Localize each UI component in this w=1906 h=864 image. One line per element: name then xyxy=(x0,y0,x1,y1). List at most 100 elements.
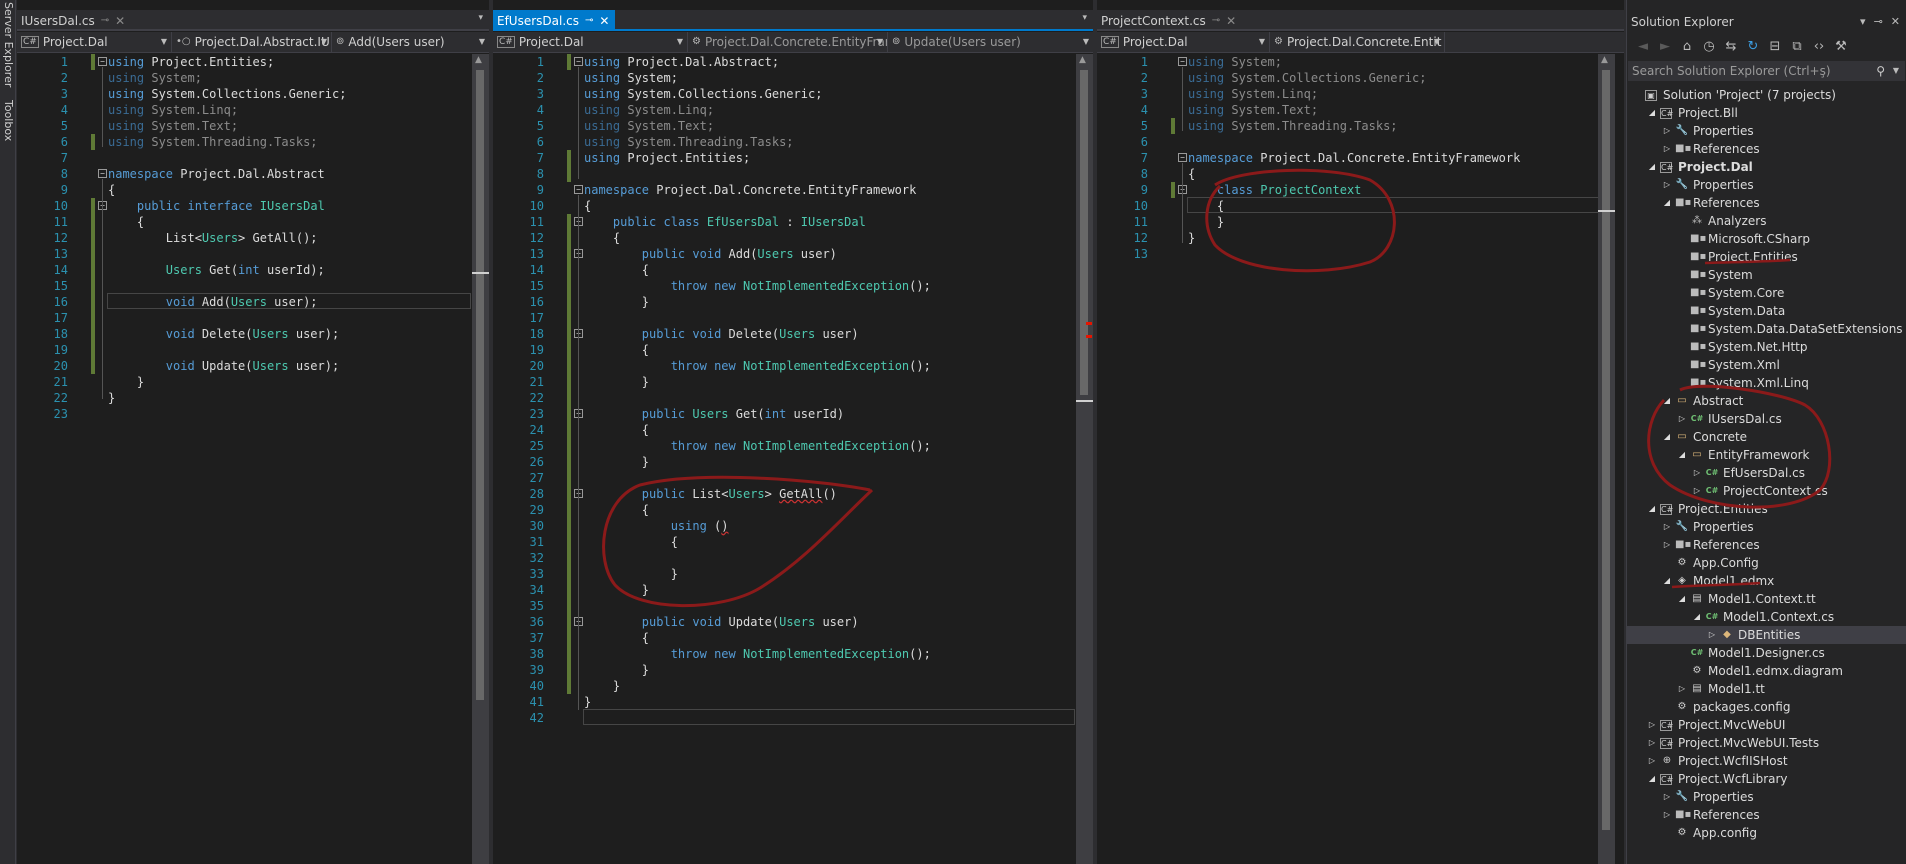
scroll-up-icon[interactable]: ▲ xyxy=(1601,55,1608,65)
fold-toggle-icon[interactable]: − xyxy=(1178,57,1187,66)
tree-item[interactable]: C# Model1.Designer.cs xyxy=(1627,644,1906,662)
close-icon[interactable]: ✕ xyxy=(599,11,609,31)
expanded-arrow-icon[interactable]: ◢ xyxy=(1646,770,1658,788)
member-combo[interactable]: ⊚ Update(Users user) ▼ xyxy=(888,32,1093,52)
collapsed-arrow-icon[interactable]: ▷ xyxy=(1691,482,1703,500)
fold-toggle-icon[interactable]: − xyxy=(98,57,107,66)
tree-item[interactable]: ◢ C# Project.Entities xyxy=(1627,500,1906,518)
tree-item[interactable]: ■▪ System.Data.DataSetExtensions xyxy=(1627,320,1906,338)
code-editor-2[interactable]: 1 2 3 4 5 6 7 8 9 10 11 12 13 14 15 16 1… xyxy=(493,54,1093,864)
pin-icon[interactable]: ⊸ xyxy=(101,11,109,31)
collapse-all-icon[interactable]: ⊟ xyxy=(1767,39,1783,54)
scroll-up-icon[interactable]: ▲ xyxy=(475,55,482,65)
tree-item[interactable]: ◢ ■▪ References xyxy=(1627,194,1906,212)
collapsed-arrow-icon[interactable]: ▷ xyxy=(1646,752,1658,770)
tree-item[interactable]: ◢ C# Project.WcfLibrary xyxy=(1627,770,1906,788)
server-explorer-tab[interactable]: Server Explorer xyxy=(1,2,15,87)
collapsed-arrow-icon[interactable]: ▷ xyxy=(1646,734,1658,752)
type-combo[interactable]: •○ Project.Dal.Abstract.IU ▼ xyxy=(172,32,332,52)
tree-item[interactable]: ◢ ◈ Model1.edmx xyxy=(1627,572,1906,590)
tree-item[interactable]: ▷ C# IUsersDal.cs xyxy=(1627,410,1906,428)
tree-item[interactable]: ▷ C# Project.MvcWebUI.Tests xyxy=(1627,734,1906,752)
pin-icon[interactable]: ⊸ xyxy=(1874,12,1883,32)
member-combo[interactable]: ⊚ Add(Users user) ▼ xyxy=(332,32,489,52)
vertical-scrollbar[interactable]: ▲ xyxy=(1598,54,1615,864)
project-combo[interactable]: C# Project.Dal ▼ xyxy=(1097,32,1270,52)
tree-item[interactable]: ⚙ Model1.edmx.diagram xyxy=(1627,662,1906,680)
solution-explorer-search-input[interactable]: Search Solution Explorer (Ctrl+ş) ⚲ ▼ xyxy=(1628,61,1905,81)
tree-item[interactable]: ▷ C# Project.MvcWebUI xyxy=(1627,716,1906,734)
tree-item[interactable]: ■▪ System.Core xyxy=(1627,284,1906,302)
close-icon[interactable]: ✕ xyxy=(1891,12,1900,32)
back-icon[interactable]: ◄ xyxy=(1635,39,1651,54)
home-icon[interactable]: ⌂ xyxy=(1679,39,1695,54)
scroll-thumb[interactable] xyxy=(1602,70,1610,830)
type-combo[interactable]: ⚙ Project.Dal.Concrete.Entit ▼ xyxy=(1270,32,1445,52)
tree-item[interactable]: ▷ 🔧 Properties xyxy=(1627,788,1906,806)
tree-item[interactable]: ▷ ■▪ References xyxy=(1627,806,1906,824)
collapsed-arrow-icon[interactable]: ▷ xyxy=(1661,176,1673,194)
expanded-arrow-icon[interactable]: ◢ xyxy=(1661,392,1673,410)
collapsed-arrow-icon[interactable]: ▷ xyxy=(1676,680,1688,698)
tree-item[interactable]: ▷ ⊕ Project.WcfIISHost xyxy=(1627,752,1906,770)
code-editor-3[interactable]: 1 2 3 4 5 6 7 8 9 10 11 12 13 − − − usin… xyxy=(1097,54,1624,864)
type-combo[interactable]: ⚙ Project.Dal.Concrete.EntityFrar ▼ xyxy=(688,32,888,52)
fold-toggle-icon[interactable]: − xyxy=(98,169,107,178)
vertical-scrollbar[interactable]: ▲ xyxy=(472,54,489,864)
tree-item[interactable]: ▷ ■▪ References xyxy=(1627,140,1906,158)
collapsed-arrow-icon[interactable]: ▷ xyxy=(1691,464,1703,482)
forward-icon[interactable]: ► xyxy=(1657,39,1673,54)
tree-item[interactable]: ◢ C# Project.Bll xyxy=(1627,104,1906,122)
tree-item[interactable]: ◢ ▭ EntityFramework xyxy=(1627,446,1906,464)
fold-toggle-icon[interactable]: − xyxy=(574,57,583,66)
tree-item[interactable]: ◢ ▭ Abstract xyxy=(1627,392,1906,410)
vertical-scrollbar[interactable]: ▲ xyxy=(1076,54,1093,864)
fold-toggle-icon[interactable]: − xyxy=(1178,153,1187,162)
tab-iusersdal[interactable]: IUsersDal.cs ⊸ ✕ xyxy=(17,10,131,31)
code-editor-1[interactable]: 1 2 3 4 5 6 7 8 9 10 11 12 13 14 15 16 1… xyxy=(17,54,489,864)
fold-toggle-icon[interactable]: − xyxy=(574,185,583,194)
toolbox-tab[interactable]: Toolbox xyxy=(1,100,15,141)
expanded-arrow-icon[interactable]: ◢ xyxy=(1676,446,1688,464)
tree-item[interactable]: ◢ C# Model1.Context.cs xyxy=(1627,608,1906,626)
project-combo[interactable]: C# Project.Dal ▼ xyxy=(493,32,688,52)
tree-item[interactable]: ▷ C# EfUsersDal.cs xyxy=(1627,464,1906,482)
collapsed-arrow-icon[interactable]: ▷ xyxy=(1646,716,1658,734)
tree-item[interactable]: ⚙ packages.config xyxy=(1627,698,1906,716)
tree-item[interactable]: ▣ Solution 'Project' (7 projects) xyxy=(1627,86,1906,104)
tab-menu-icon[interactable]: ▾ xyxy=(478,13,483,23)
expanded-arrow-icon[interactable]: ◢ xyxy=(1646,500,1658,518)
show-all-files-icon[interactable]: ⧉ xyxy=(1789,39,1805,54)
code-view-icon[interactable]: ‹› xyxy=(1811,39,1827,54)
tree-item[interactable]: ■▪ System.Xml xyxy=(1627,356,1906,374)
close-icon[interactable]: ✕ xyxy=(1226,11,1236,31)
tree-item[interactable]: ■▪ Microsoft.CSharp xyxy=(1627,230,1906,248)
history-icon[interactable]: ◷ xyxy=(1701,39,1717,54)
collapsed-arrow-icon[interactable]: ▷ xyxy=(1661,536,1673,554)
close-icon[interactable]: ✕ xyxy=(115,11,125,31)
expanded-arrow-icon[interactable]: ◢ xyxy=(1646,158,1658,176)
collapsed-arrow-icon[interactable]: ▷ xyxy=(1661,518,1673,536)
tree-item[interactable]: ▷ ▤ Model1.tt xyxy=(1627,680,1906,698)
tree-item[interactable]: ▷ ◆ DBEntities xyxy=(1627,626,1906,644)
scroll-thumb[interactable] xyxy=(1080,70,1088,395)
tab-efusersdal[interactable]: EfUsersDal.cs ⊸ ✕ xyxy=(493,10,616,31)
tree-item[interactable]: ◢ C# Project.Dal xyxy=(1627,158,1906,176)
expanded-arrow-icon[interactable]: ◢ xyxy=(1661,572,1673,590)
sync-icon[interactable]: ⇆ xyxy=(1723,39,1739,54)
tab-projectcontext[interactable]: ProjectContext.cs ⊸ ✕ xyxy=(1097,10,1242,31)
collapsed-arrow-icon[interactable]: ▷ xyxy=(1661,788,1673,806)
tree-item[interactable]: ■▪ Project.Entities xyxy=(1627,248,1906,266)
tree-item[interactable]: ■▪ System xyxy=(1627,266,1906,284)
tree-item[interactable]: ◢ ▤ Model1.Context.tt xyxy=(1627,590,1906,608)
project-combo[interactable]: C# Project.Dal ▼ xyxy=(17,32,172,52)
collapsed-arrow-icon[interactable]: ▷ xyxy=(1661,806,1673,824)
expanded-arrow-icon[interactable]: ◢ xyxy=(1691,608,1703,626)
window-position-icon[interactable]: ▾ xyxy=(1860,12,1866,32)
tree-item[interactable]: ▷ 🔧 Properties xyxy=(1627,122,1906,140)
tree-item[interactable]: ▷ ■▪ References xyxy=(1627,536,1906,554)
tree-item[interactable]: ▷ C# ProjectContext.cs xyxy=(1627,482,1906,500)
tree-item[interactable]: ▷ 🔧 Properties xyxy=(1627,518,1906,536)
scroll-up-icon[interactable]: ▲ xyxy=(1079,55,1086,65)
search-icon[interactable]: ⚲ xyxy=(1876,61,1885,81)
